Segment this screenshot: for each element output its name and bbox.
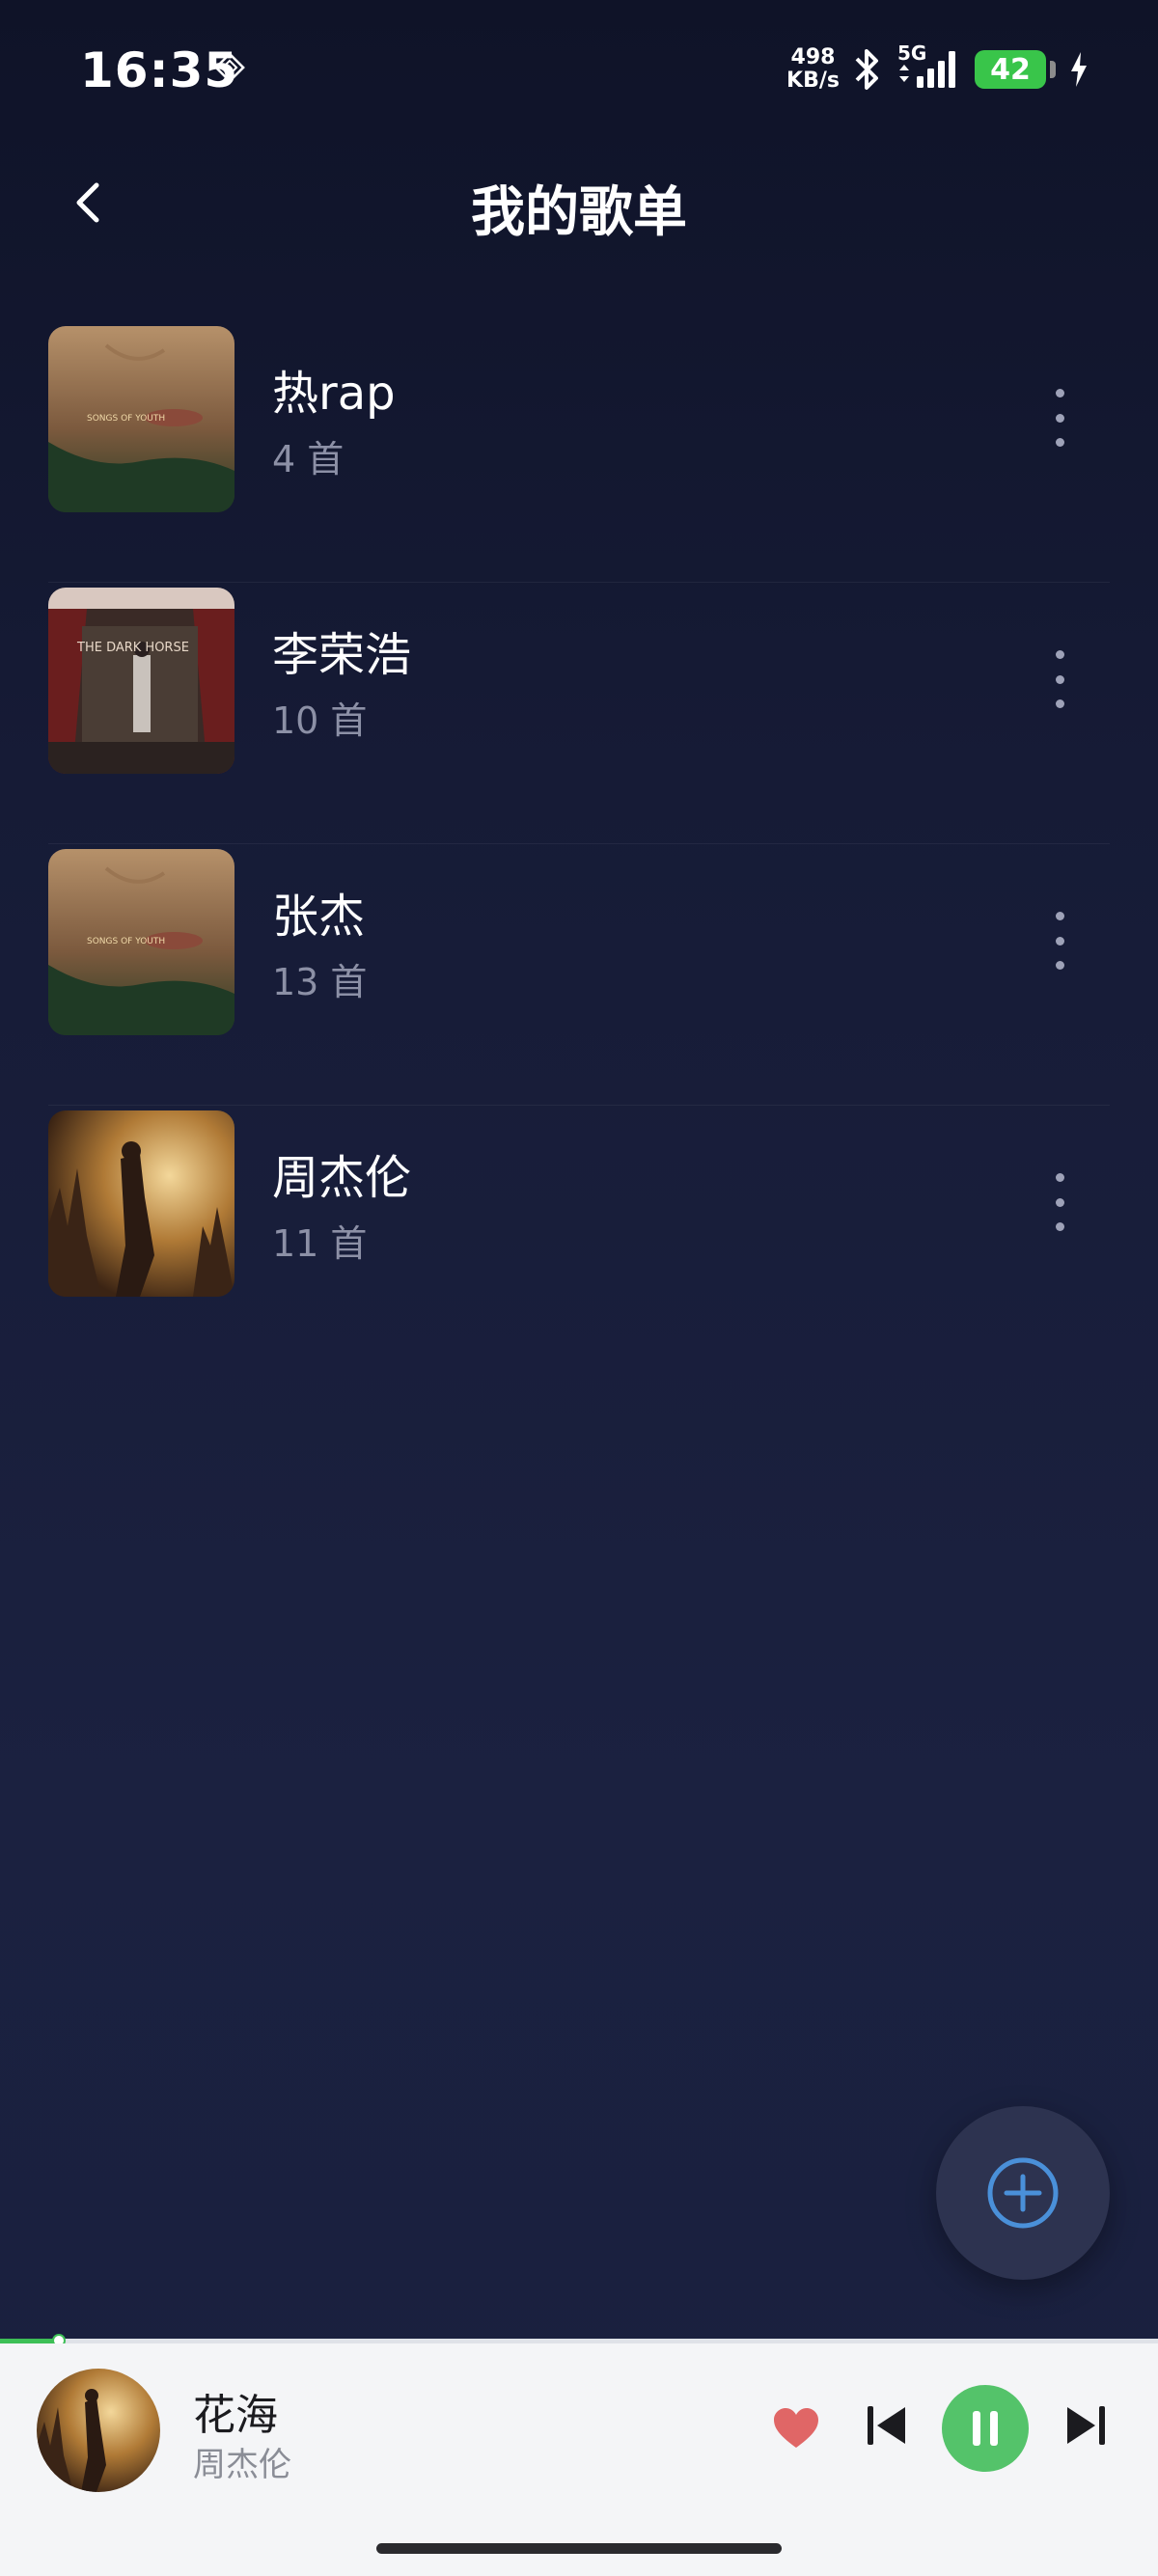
playlist-cover bbox=[48, 1110, 234, 1297]
playlist-list: SONGS OF YOUTH 热rap 4 首 THE DARK HORSE 李… bbox=[48, 321, 1110, 1366]
playlist-count: 4 首 bbox=[272, 438, 345, 480]
status-icons: 498 KB/s 5G 42 bbox=[786, 41, 1090, 96]
pause-button[interactable] bbox=[942, 2385, 1029, 2472]
charging-icon bbox=[1071, 52, 1087, 87]
playlist-count: 10 首 bbox=[272, 699, 368, 742]
net-speed-unit: KB/s bbox=[786, 69, 840, 93]
playlist-item[interactable]: SONGS OF YOUTH 张杰 13 首 bbox=[48, 844, 1110, 1106]
next-track-icon[interactable] bbox=[1063, 2401, 1108, 2450]
playlist-item[interactable]: 周杰伦 11 首 bbox=[48, 1106, 1110, 1366]
signal-icon bbox=[899, 51, 955, 88]
home-indicator[interactable] bbox=[376, 2543, 782, 2554]
playlist-cover: SONGS OF YOUTH bbox=[48, 849, 234, 1035]
playlist-count: 13 首 bbox=[272, 961, 368, 1003]
net-speed: 498 KB/s bbox=[786, 46, 840, 93]
gesture-bar bbox=[0, 2524, 1158, 2576]
battery-level: 42 bbox=[990, 52, 1031, 87]
playlist-name: 热rap bbox=[272, 367, 396, 421]
add-playlist-button[interactable] bbox=[936, 2106, 1110, 2280]
cover-text: SONGS OF YOUTH bbox=[87, 414, 165, 424]
more-options-icon[interactable] bbox=[1048, 1173, 1071, 1231]
now-playing-title: 花海 bbox=[193, 2391, 278, 2440]
more-options-icon[interactable] bbox=[1048, 650, 1071, 708]
playlist-cover: THE DARK HORSE bbox=[48, 588, 234, 774]
playlist-cover: SONGS OF YOUTH bbox=[48, 326, 234, 512]
battery-indicator: 42 bbox=[975, 50, 1056, 89]
playlist-name: 周杰伦 bbox=[272, 1151, 412, 1205]
playlist-item[interactable]: SONGS OF YOUTH 热rap 4 首 bbox=[48, 321, 1110, 583]
page-title: 我的歌单 bbox=[471, 181, 687, 244]
more-options-icon[interactable] bbox=[1048, 912, 1071, 970]
now-playing-artist: 周杰伦 bbox=[193, 2446, 291, 2484]
plus-circle-icon bbox=[987, 2157, 1059, 2229]
playlist-name: 李荣浩 bbox=[272, 628, 412, 682]
signal-group: 5G bbox=[896, 41, 963, 94]
diamond-icon bbox=[214, 52, 245, 83]
more-options-icon[interactable] bbox=[1048, 389, 1071, 447]
heart-icon[interactable] bbox=[772, 2406, 820, 2451]
pause-icon bbox=[973, 2411, 998, 2446]
now-playing-cover bbox=[37, 2369, 160, 2492]
cover-text: SONGS OF YOUTH bbox=[87, 937, 165, 946]
net-speed-value: 498 bbox=[790, 45, 836, 69]
cover-text: THE DARK HORSE bbox=[76, 641, 189, 655]
playlist-name: 张杰 bbox=[272, 890, 366, 944]
previous-track-icon[interactable] bbox=[865, 2401, 909, 2450]
playlist-item[interactable]: THE DARK HORSE 李荣浩 10 首 bbox=[48, 583, 1110, 844]
status-bar: 16:35 498 KB/s 5G 42 bbox=[0, 0, 1158, 145]
bluetooth-icon bbox=[855, 49, 878, 90]
playlist-count: 11 首 bbox=[272, 1222, 368, 1265]
mini-player[interactable]: 花海 周杰伦 bbox=[0, 2343, 1158, 2524]
page-header: 我的歌单 bbox=[0, 154, 1158, 251]
